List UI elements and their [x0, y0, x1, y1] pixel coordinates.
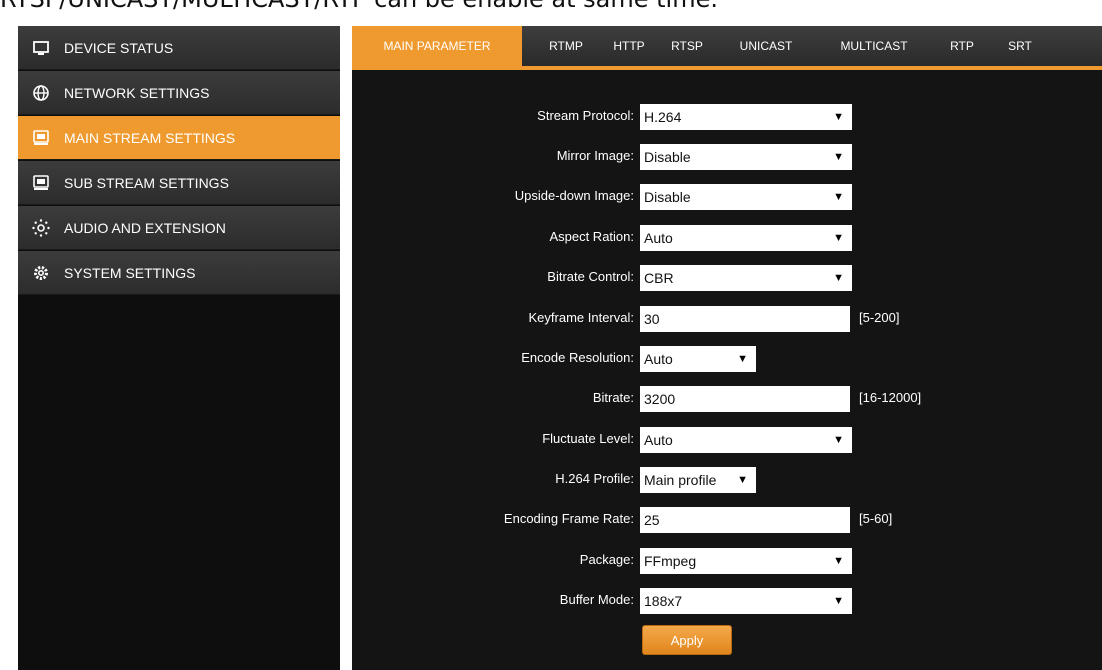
video-icon — [32, 129, 50, 147]
encode-resolution-select[interactable]: Auto ▼ — [640, 346, 756, 372]
encode-resolution-value: Auto — [644, 351, 673, 367]
globe-icon — [32, 84, 50, 102]
package-row: Package: FFmpeg ▼ — [352, 545, 1102, 575]
encoding-frame-rate-input[interactable]: 25 — [640, 507, 850, 533]
bitrate-control-value: CBR — [644, 270, 674, 286]
encoding-frame-rate-range-hint: [5-60] — [859, 511, 893, 526]
encode-resolution-label: Encode Resolution: — [521, 350, 634, 365]
fluctuate-level-row: Fluctuate Level: Auto ▼ — [352, 424, 1102, 454]
package-label: Package: — [579, 552, 634, 567]
bitrate-value: 3200 — [644, 391, 676, 407]
aspect-ration-row: Aspect Ration: Auto ▼ — [352, 222, 1102, 252]
chevron-down-icon: ▼ — [833, 595, 844, 607]
bitrate-control-label: Bitrate Control: — [547, 269, 634, 284]
h264-profile-label: H.264 Profile: — [555, 471, 634, 486]
chevron-down-icon: ▼ — [833, 232, 844, 244]
mirror-image-value: Disable — [644, 149, 691, 165]
chevron-down-icon: ▼ — [833, 555, 844, 567]
upside-down-image-select[interactable]: Disable ▼ — [640, 184, 852, 210]
sidebar-item-label: MAIN STREAM SETTINGS — [64, 129, 236, 146]
stream-protocol-value: H.264 — [644, 109, 682, 125]
keyframe-interval-value: 30 — [644, 311, 660, 327]
buffer-mode-label: Buffer Mode: — [559, 592, 634, 607]
gear-icon — [32, 264, 50, 282]
tab-main-parameter[interactable]: MAIN PARAMETER — [352, 26, 522, 66]
fluctuate-level-label: Fluctuate Level: — [542, 431, 634, 446]
tab-multicast[interactable]: MULTICAST — [824, 26, 924, 66]
aspect-ration-label: Aspect Ration: — [549, 229, 634, 244]
stream-protocol-select[interactable]: H.264 ▼ — [640, 104, 852, 130]
monitor-icon — [32, 39, 50, 57]
chevron-down-icon: ▼ — [833, 434, 844, 446]
bitrate-row: Bitrate: 3200 [16-12000] — [352, 383, 1102, 413]
tab-http[interactable]: HTTP — [604, 26, 654, 66]
apply-button[interactable]: Apply — [642, 625, 732, 655]
chevron-down-icon: ▼ — [833, 191, 844, 203]
encoding-frame-rate-value: 25 — [644, 512, 660, 528]
top-caption-text: RTSP/UNICAST/MULTICAST/RTP can be enable… — [0, 0, 1102, 14]
encoding-frame-rate-row: Encoding Frame Rate: 25 [5-60] — [352, 504, 1102, 534]
package-select[interactable]: FFmpeg ▼ — [640, 548, 852, 574]
aspect-ration-select[interactable]: Auto ▼ — [640, 225, 852, 251]
mirror-image-row: Mirror Image: Disable ▼ — [352, 141, 1102, 171]
bitrate-label: Bitrate: — [592, 390, 634, 405]
encoding-frame-rate-label: Encoding Frame Rate: — [503, 511, 634, 526]
sidebar-item-label: DEVICE STATUS — [64, 39, 174, 56]
sidebar-item-label: AUDIO AND EXTENSION — [64, 219, 226, 236]
mirror-image-label: Mirror Image: — [556, 148, 634, 163]
h264-profile-value: Main profile — [644, 472, 717, 488]
mirror-image-select[interactable]: Disable ▼ — [640, 144, 852, 170]
upside-down-image-row: Upside-down Image: Disable ▼ — [352, 181, 1102, 211]
chevron-down-icon: ▼ — [737, 474, 748, 486]
chevron-down-icon: ▼ — [833, 111, 844, 123]
buffer-mode-select[interactable]: 188x7 ▼ — [640, 588, 852, 614]
tab-srt[interactable]: SRT — [1000, 26, 1040, 66]
package-value: FFmpeg — [644, 553, 697, 569]
encode-resolution-row: Encode Resolution: Auto ▼ — [352, 343, 1102, 373]
sidebar-item-label: SUB STREAM SETTINGS — [64, 174, 229, 191]
tab-rtp[interactable]: RTP — [942, 26, 982, 66]
keyframe-interval-row: Keyframe Interval: 30 [5-200] — [352, 303, 1102, 333]
tab-unicast[interactable]: UNICAST — [726, 26, 806, 66]
sidebar-item-network-settings[interactable]: NETWORK SETTINGS — [18, 71, 340, 115]
bitrate-range-hint: [16-12000] — [859, 390, 922, 405]
video-icon — [32, 174, 50, 192]
buffer-mode-row: Buffer Mode: 188x7 ▼ — [352, 585, 1102, 615]
fluctuate-level-value: Auto — [644, 432, 673, 448]
sidebar-item-label: SYSTEM SETTINGS — [64, 264, 196, 281]
stream-protocol-row: Stream Protocol: H.264 ▼ — [352, 101, 1102, 131]
sidebar: DEVICE STATUS NETWORK SETTINGS MAIN STRE… — [18, 26, 340, 670]
h264-profile-select[interactable]: Main profile ▼ — [640, 467, 756, 493]
sidebar-item-label: NETWORK SETTINGS — [64, 84, 210, 101]
sidebar-item-sub-stream-settings[interactable]: SUB STREAM SETTINGS — [18, 161, 340, 205]
bitrate-input[interactable]: 3200 — [640, 386, 850, 412]
chevron-down-icon: ▼ — [833, 151, 844, 163]
tab-bar: MAIN PARAMETER RTMP HTTP RTSP UNICAST MU… — [352, 26, 1102, 70]
upside-down-image-label: Upside-down Image: — [514, 188, 634, 203]
bitrate-control-row: Bitrate Control: CBR ▼ — [352, 262, 1102, 292]
h264-profile-row: H.264 Profile: Main profile ▼ — [352, 464, 1102, 494]
keyframe-interval-label: Keyframe Interval: — [528, 310, 635, 325]
audio-icon — [32, 218, 50, 237]
tab-rtsp[interactable]: RTSP — [662, 26, 712, 66]
bitrate-control-select[interactable]: CBR ▼ — [640, 265, 852, 291]
stream-protocol-label: Stream Protocol: — [537, 108, 634, 123]
main-panel: MAIN PARAMETER RTMP HTTP RTSP UNICAST MU… — [352, 26, 1102, 670]
sidebar-item-main-stream-settings[interactable]: MAIN STREAM SETTINGS — [18, 116, 340, 160]
sidebar-item-system-settings[interactable]: SYSTEM SETTINGS — [18, 251, 340, 295]
keyframe-interval-input[interactable]: 30 — [640, 306, 850, 332]
buffer-mode-value: 188x7 — [644, 593, 683, 609]
chevron-down-icon: ▼ — [737, 353, 748, 365]
tab-rtmp[interactable]: RTMP — [536, 26, 596, 66]
upside-down-image-value: Disable — [644, 189, 691, 205]
sidebar-item-device-status[interactable]: DEVICE STATUS — [18, 26, 340, 70]
fluctuate-level-select[interactable]: Auto ▼ — [640, 427, 852, 453]
keyframe-interval-range-hint: [5-200] — [859, 310, 900, 325]
aspect-ration-value: Auto — [644, 230, 673, 246]
chevron-down-icon: ▼ — [833, 272, 844, 284]
sidebar-item-audio-and-extension[interactable]: AUDIO AND EXTENSION — [18, 206, 340, 250]
